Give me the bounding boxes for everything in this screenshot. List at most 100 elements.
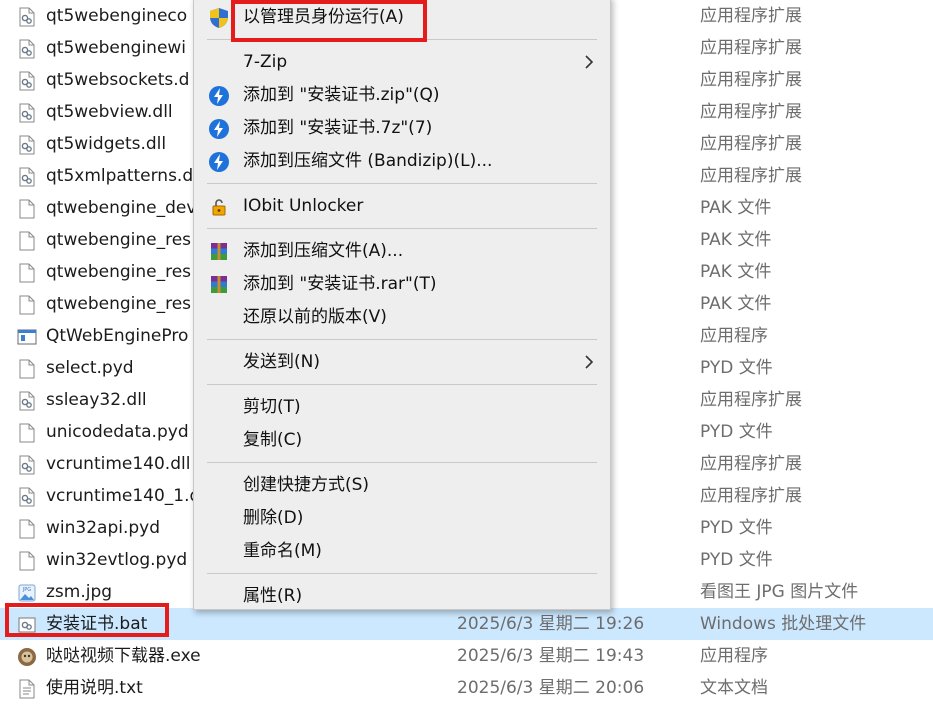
exe-icon (17, 327, 37, 347)
file-name: qtwebengine_res (46, 294, 192, 314)
bandizip-icon (208, 151, 230, 173)
blank-file-icon (17, 263, 37, 283)
file-type: 应用程序扩展 (700, 70, 802, 90)
file-type: PYD 文件 (700, 358, 773, 378)
file-type: 应用程序扩展 (700, 102, 802, 122)
file-type: 应用程序扩展 (700, 390, 802, 410)
file-type: 应用程序扩展 (700, 486, 802, 506)
dll-icon (17, 7, 37, 27)
blank-file-icon (17, 551, 37, 571)
dll-icon (17, 39, 37, 59)
file-name: qtwebengine_dev (46, 198, 197, 218)
uac-shield-icon (208, 7, 230, 29)
menu-item-7zip[interactable]: 7-Zip (194, 46, 610, 78)
file-name: qt5widgets.dll (46, 134, 167, 154)
chevron-right-icon (582, 54, 596, 70)
winrar-icon (208, 241, 230, 263)
unlock-icon (208, 196, 230, 218)
file-type: 应用程序 (700, 646, 768, 666)
file-type: PAK 文件 (700, 294, 772, 314)
menu-item-add-to-archive-bandizip[interactable]: 添加到压缩文件 (Bandizip)(L)... (194, 145, 610, 177)
menu-item-add-to-archive-winrar[interactable]: 添加到压缩文件(A)... (194, 235, 610, 267)
file-type: PAK 文件 (700, 198, 772, 218)
menu-item-label: 添加到压缩文件 (Bandizip)(L)... (243, 151, 493, 171)
menu-item-iobit-unlocker[interactable]: IObit Unlocker (194, 190, 610, 222)
file-name: win32evtlog.pyd (46, 550, 188, 570)
menu-item-label: 复制(C) (243, 430, 303, 450)
menu-item-rename[interactable]: 重命名(M) (194, 535, 610, 567)
chevron-right-icon (582, 354, 596, 370)
file-type: 看图王 JPG 图片文件 (700, 582, 859, 602)
file-name: vcruntime140_1.d (46, 486, 201, 506)
menu-item-label: IObit Unlocker (243, 196, 364, 216)
menu-item-label: 属性(R) (243, 586, 303, 606)
file-type: 应用程序扩展 (700, 454, 802, 474)
menu-separator (207, 462, 597, 463)
menu-item-label: 添加到 "安装证书.rar"(T) (243, 274, 437, 294)
menu-item-add-to-rar[interactable]: 添加到 "安装证书.rar"(T) (194, 268, 610, 300)
dll-icon (17, 103, 37, 123)
menu-item-label: 发送到(N) (243, 352, 320, 372)
file-name: qtwebengine_res (46, 230, 192, 250)
blank-file-icon (17, 199, 37, 219)
file-name: qt5webview.dll (46, 102, 173, 122)
menu-separator (207, 228, 597, 229)
file-name: qt5webenginewi (46, 38, 187, 58)
file-name: QtWebEnginePro (46, 326, 189, 346)
dll-icon (17, 455, 37, 475)
blank-file-icon (17, 519, 37, 539)
file-type: PAK 文件 (700, 262, 772, 282)
file-name: qt5webengineco (46, 6, 188, 26)
file-date: 2025/6/3 星期二 19:43 (457, 646, 645, 666)
blank-file-icon (17, 295, 37, 315)
file-type: PYD 文件 (700, 550, 773, 570)
file-type: 文本文档 (700, 678, 768, 698)
menu-separator (207, 384, 597, 385)
file-row[interactable]: 哒哒视频下载器.exe 2025/6/3 星期二 19:43 应用程序 (0, 640, 933, 672)
menu-item-delete[interactable]: 删除(D) (194, 502, 610, 534)
blank-file-icon (17, 231, 37, 251)
file-name: qt5websockets.d (46, 70, 190, 90)
file-name: vcruntime140.dll (46, 454, 191, 474)
file-name: qtwebengine_res (46, 262, 192, 282)
menu-item-add-to-zip[interactable]: 添加到 "安装证书.zip"(Q) (194, 79, 610, 111)
menu-item-properties[interactable]: 属性(R) (194, 580, 610, 612)
bandizip-icon (208, 118, 230, 140)
jpg-icon: JPG (17, 583, 37, 603)
highlight-box-selected-file (5, 603, 169, 637)
highlight-box-run-as-admin (231, 0, 427, 42)
menu-item-copy[interactable]: 复制(C) (194, 424, 610, 456)
file-name: 使用说明.txt (46, 678, 143, 698)
menu-item-create-shortcut[interactable]: 创建快捷方式(S) (194, 469, 610, 501)
file-type: 应用程序扩展 (700, 134, 802, 154)
file-type: PYD 文件 (700, 422, 773, 442)
menu-item-cut[interactable]: 剪切(T) (194, 391, 610, 423)
file-name: 哒哒视频下载器.exe (46, 646, 201, 666)
file-row[interactable]: 使用说明.txt 2025/6/3 星期二 20:06 文本文档 (0, 672, 933, 704)
file-type: 应用程序扩展 (700, 6, 802, 26)
file-type: Windows 批处理文件 (700, 614, 867, 634)
dll-icon (17, 71, 37, 91)
file-type: 应用程序 (700, 326, 768, 346)
context-menu: 以管理员身份运行(A) 7-Zip 添加到 "安装证书.zip"(Q) 添加到 "安装… (193, 0, 611, 610)
menu-separator (207, 339, 597, 340)
menu-item-label: 剪切(T) (243, 397, 301, 417)
file-date: 2025/6/3 星期二 20:06 (457, 678, 645, 698)
menu-item-label: 添加到 "安装证书.zip"(Q) (243, 85, 440, 105)
file-name: select.pyd (46, 358, 134, 378)
menu-item-label: 添加到压缩文件(A)... (243, 241, 404, 261)
svg-text:JPG: JPG (22, 587, 31, 593)
file-name: qt5xmlpatterns.d (46, 166, 194, 186)
menu-item-restore-previous-versions[interactable]: 还原以前的版本(V) (194, 301, 610, 333)
file-type: PYD 文件 (700, 518, 773, 538)
menu-item-label: 创建快捷方式(S) (243, 475, 370, 495)
menu-item-label: 添加到 "安装证书.7z"(7) (243, 118, 433, 138)
menu-item-send-to[interactable]: 发送到(N) (194, 346, 610, 378)
file-type: PAK 文件 (700, 230, 772, 250)
menu-item-add-to-7z[interactable]: 添加到 "安装证书.7z"(7) (194, 112, 610, 144)
file-name: win32api.pyd (46, 518, 161, 538)
menu-item-label: 删除(D) (243, 508, 304, 528)
dll-icon (17, 135, 37, 155)
file-name: ssleay32.dll (46, 390, 147, 410)
file-name: unicodedata.pyd (46, 422, 189, 442)
